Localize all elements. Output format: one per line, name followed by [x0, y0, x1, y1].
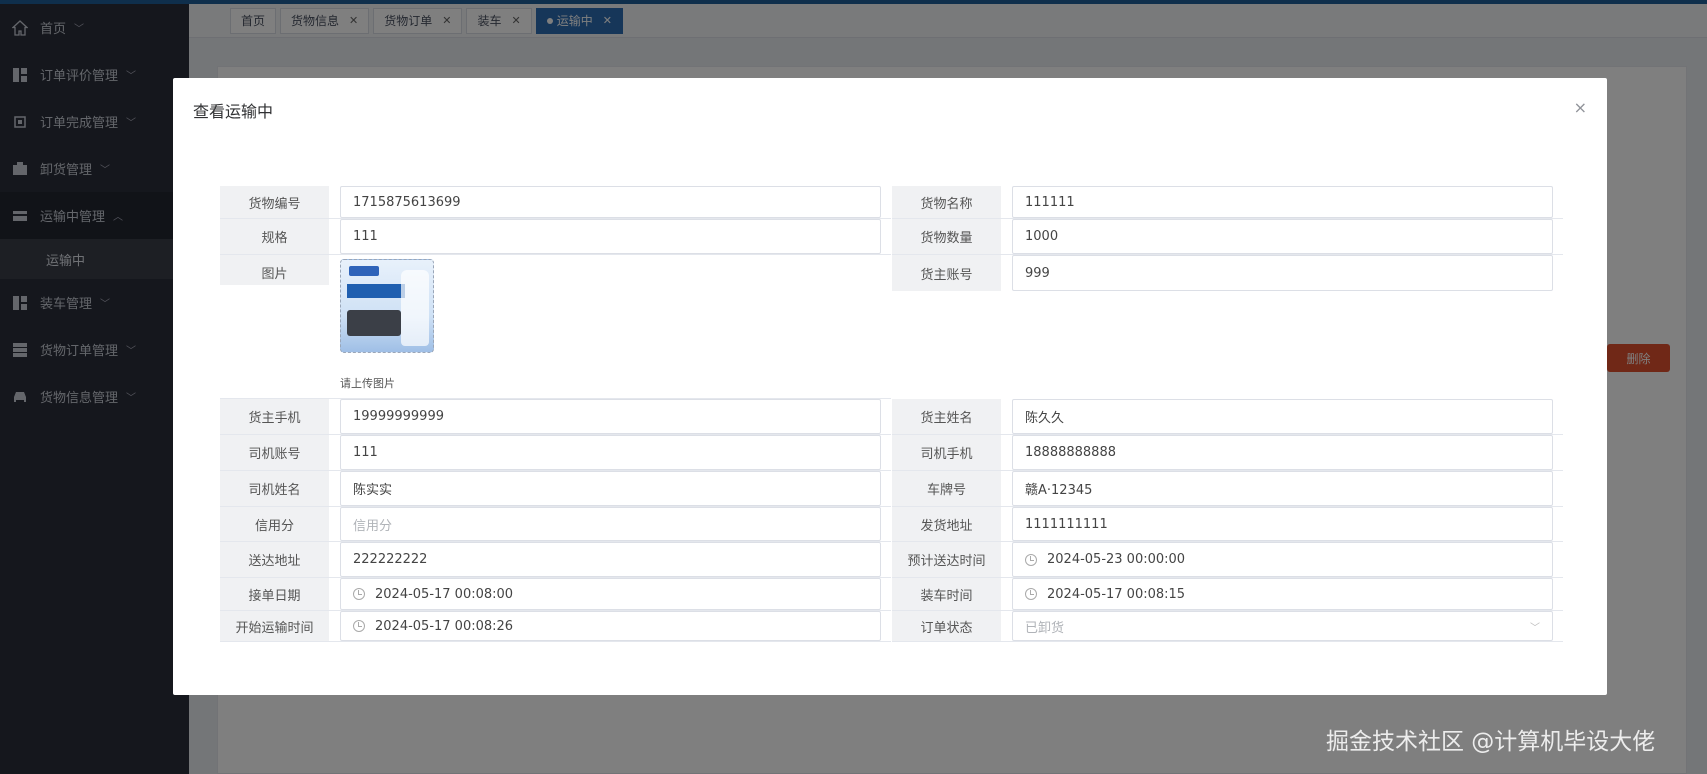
chevron-down-icon: ﹀	[1530, 622, 1540, 634]
field-goods-name: 货物名称 111111	[892, 186, 1563, 219]
clock-icon	[1025, 588, 1037, 600]
field-load-time: 装车时间 2024-05-17 00:08:15	[892, 578, 1563, 611]
form-row: 规格 111 货物数量 1000	[220, 219, 1563, 255]
field-ship-addr: 发货地址 1111111111	[892, 507, 1563, 542]
owner-phone-input[interactable]: 19999999999	[340, 399, 881, 434]
field-label: 开始运输时间	[220, 611, 330, 641]
upload-hint: 请上传图片	[340, 377, 395, 390]
form-row: 送达地址 222222222 预计送达时间 2024-05-23 00:00:0…	[220, 542, 1563, 578]
field-label: 货主账号	[892, 255, 1002, 291]
field-label: 送达地址	[220, 542, 330, 577]
form-row: 司机姓名 陈实实 车牌号 赣A·12345	[220, 471, 1563, 507]
field-spec: 规格 111	[220, 219, 891, 255]
accept-date-value: 2024-05-17 00:08:00	[375, 586, 514, 602]
spec-input[interactable]: 111	[340, 219, 881, 254]
form-row: 开始运输时间 2024-05-17 00:08:26 订单状态 已卸货 ﹀	[220, 611, 1563, 642]
field-driver-phone: 司机手机 18888888888	[892, 435, 1563, 471]
field-label: 货主姓名	[892, 399, 1002, 434]
goods-qty-input[interactable]: 1000	[1012, 219, 1553, 254]
owner-name-input[interactable]: 陈久久	[1012, 399, 1553, 434]
field-credit: 信用分 信用分	[220, 507, 891, 542]
field-picture: 图片 请上传图片	[220, 255, 891, 399]
eta-value: 2024-05-23 00:00:00	[1047, 552, 1186, 567]
field-label: 接单日期	[220, 578, 330, 610]
deliver-addr-input[interactable]: 222222222	[340, 542, 881, 577]
field-owner-phone: 货主手机 19999999999	[220, 399, 891, 435]
ship-addr-input[interactable]: 1111111111	[1012, 507, 1553, 541]
form-row: 图片 请上传图片 货主账号 999	[220, 255, 1563, 399]
form-row: 货主手机 19999999999 货主姓名 陈久久	[220, 399, 1563, 435]
clock-icon	[353, 620, 365, 632]
field-label: 信用分	[220, 507, 330, 541]
close-icon[interactable]: ×	[1574, 98, 1587, 117]
field-owner-account: 货主账号 999	[892, 255, 1563, 291]
status-select[interactable]: 已卸货 ﹀	[1012, 611, 1553, 641]
dialog-title: 查看运输中	[193, 102, 274, 121]
goods-no-input[interactable]: 1715875613699	[340, 186, 881, 218]
field-driver-name: 司机姓名 陈实实	[220, 471, 891, 507]
field-start-time: 开始运输时间 2024-05-17 00:08:26	[220, 611, 891, 642]
form-row: 信用分 信用分 发货地址 1111111111	[220, 507, 1563, 542]
field-label: 货物编号	[220, 186, 330, 218]
load-time-input[interactable]: 2024-05-17 00:08:15	[1012, 578, 1553, 610]
field-label: 司机账号	[220, 435, 330, 470]
accept-date-input[interactable]: 2024-05-17 00:08:00	[340, 578, 881, 610]
field-label: 订单状态	[892, 611, 1002, 641]
field-accept-date: 接单日期 2024-05-17 00:08:00	[220, 578, 891, 611]
field-label: 图片	[220, 255, 330, 398]
field-label: 货物名称	[892, 186, 1002, 218]
field-label: 装车时间	[892, 578, 1002, 610]
watermark: 掘金技术社区 @计算机毕设大佬	[1326, 729, 1656, 755]
status-value: 已卸货	[1025, 620, 1065, 636]
goods-picture[interactable]	[340, 259, 434, 353]
detail-form: 货物编号 1715875613699 货物名称 111111 规格 111 货物…	[220, 186, 1563, 642]
field-label: 发货地址	[892, 507, 1002, 541]
driver-name-input[interactable]: 陈实实	[340, 471, 881, 506]
form-row: 司机账号 111 司机手机 18888888888	[220, 435, 1563, 471]
driver-account-input[interactable]: 111	[340, 435, 881, 470]
load-time-value: 2024-05-17 00:08:15	[1047, 586, 1186, 602]
driver-phone-input[interactable]: 18888888888	[1012, 435, 1553, 470]
field-goods-no: 货物编号 1715875613699	[220, 186, 891, 219]
field-label: 规格	[220, 219, 330, 254]
eta-input[interactable]: 2024-05-23 00:00:00	[1012, 542, 1553, 577]
goods-name-input[interactable]: 111111	[1012, 186, 1553, 218]
start-time-value: 2024-05-17 00:08:26	[375, 618, 514, 634]
field-label: 司机手机	[892, 435, 1002, 470]
plate-input[interactable]: 赣A·12345	[1012, 471, 1553, 506]
field-plate: 车牌号 赣A·12345	[892, 471, 1563, 507]
field-owner-name: 货主姓名 陈久久	[892, 399, 1563, 435]
form-row: 货物编号 1715875613699 货物名称 111111	[220, 186, 1563, 219]
field-label: 货主手机	[220, 399, 330, 434]
start-time-input[interactable]: 2024-05-17 00:08:26	[340, 611, 881, 641]
field-status: 订单状态 已卸货 ﹀	[892, 611, 1563, 642]
clock-icon	[353, 588, 365, 600]
field-label: 货物数量	[892, 219, 1002, 254]
field-label: 预计送达时间	[892, 542, 1002, 577]
owner-account-input[interactable]: 999	[1012, 255, 1553, 291]
field-deliver-addr: 送达地址 222222222	[220, 542, 891, 578]
form-row: 接单日期 2024-05-17 00:08:00 装车时间 2024-05-17…	[220, 578, 1563, 611]
clock-icon	[1025, 553, 1037, 566]
field-driver-account: 司机账号 111	[220, 435, 891, 471]
field-eta: 预计送达时间 2024-05-23 00:00:00	[892, 542, 1563, 578]
field-label: 车牌号	[892, 471, 1002, 506]
field-label: 司机姓名	[220, 471, 330, 506]
field-goods-qty: 货物数量 1000	[892, 219, 1563, 255]
credit-input[interactable]: 信用分	[340, 507, 881, 541]
view-dialog: 查看运输中 × 货物编号 1715875613699 货物名称 111111 规…	[173, 78, 1607, 695]
